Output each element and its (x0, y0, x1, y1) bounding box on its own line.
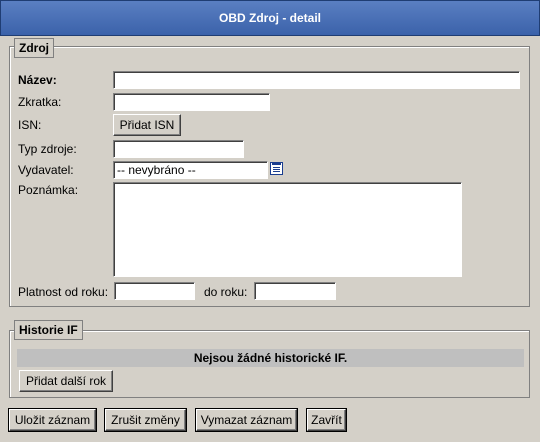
vydavatel-field[interactable]: -- nevybráno -- (113, 161, 268, 179)
delete-button[interactable]: Vymazat záznam (195, 408, 298, 432)
close-button[interactable]: Zavřít (306, 408, 347, 432)
nazev-field[interactable] (113, 71, 520, 89)
pridat-isn-button[interactable]: Přidat ISN (113, 114, 181, 136)
list-picker-icon[interactable] (270, 162, 283, 175)
nazev-label: Název: (18, 73, 57, 87)
poznamka-label: Poznámka: (18, 183, 79, 197)
isn-label: ISN: (18, 118, 42, 132)
save-button[interactable]: Uložit záznam (8, 408, 97, 432)
window-title: OBD Zdroj - detail (0, 0, 540, 36)
do-roku-label: do roku: (204, 285, 248, 299)
poznamka-textarea[interactable] (113, 182, 462, 277)
zkratka-field[interactable] (113, 93, 270, 111)
vydavatel-label: Vydavatel: (18, 163, 74, 177)
typ-zdroje-field[interactable] (113, 140, 244, 158)
typ-zdroje-label: Typ zdroje: (18, 142, 77, 156)
add-year-button[interactable]: Přidat další rok (19, 370, 113, 392)
cancel-button[interactable]: Zrušit změny (104, 408, 187, 432)
platnost-od-label: Platnost od roku: (18, 285, 109, 299)
historie-legend: Historie IF (14, 320, 83, 340)
platnost-od-field[interactable] (114, 282, 195, 300)
zkratka-label: Zkratka: (18, 95, 62, 109)
do-roku-field[interactable] (254, 282, 336, 300)
historie-empty-message: Nejsou žádné historické IF. (17, 349, 524, 367)
zdroj-legend: Zdroj (14, 38, 54, 58)
